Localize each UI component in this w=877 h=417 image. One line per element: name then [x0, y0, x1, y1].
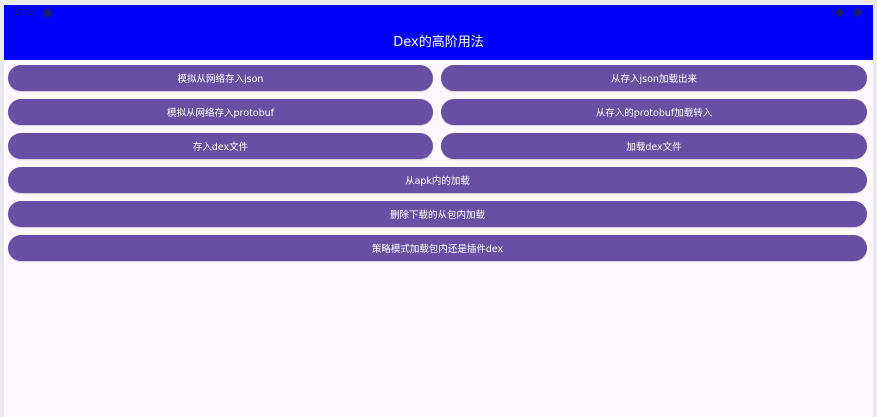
- load-from-protobuf-button[interactable]: 从存入的protobuf加载转入: [441, 99, 867, 125]
- status-bar-left: 3:08: [14, 8, 52, 18]
- delete-downloaded-load-from-package-button[interactable]: 删除下载的从包内加载: [8, 201, 867, 227]
- status-time: 3:08: [14, 8, 35, 18]
- save-dex-file-button[interactable]: 存入dex文件: [8, 133, 433, 159]
- simulate-save-protobuf-button[interactable]: 模拟从网络存入protobuf: [8, 99, 433, 125]
- status-bar-right: [828, 7, 863, 18]
- load-dex-file-button[interactable]: 加载dex文件: [441, 133, 867, 159]
- page-title: Dex的高阶用法: [393, 35, 484, 50]
- signal-icon: [834, 7, 845, 18]
- strategy-mode-load-button[interactable]: 策略模式加载包内还是插件dex: [8, 235, 867, 261]
- load-from-apk-button[interactable]: 从apk内的加载: [8, 167, 867, 193]
- battery-icon: [852, 7, 863, 18]
- app-screen: 3:08 Dex的高阶用法 模拟从网络存入json 从存入json加载出来 模拟…: [4, 5, 873, 417]
- sd-card-icon: [43, 8, 52, 17]
- load-from-json-button[interactable]: 从存入json加载出来: [441, 65, 867, 91]
- simulate-save-json-button[interactable]: 模拟从网络存入json: [8, 65, 433, 91]
- app-bar: 3:08 Dex的高阶用法: [4, 5, 873, 60]
